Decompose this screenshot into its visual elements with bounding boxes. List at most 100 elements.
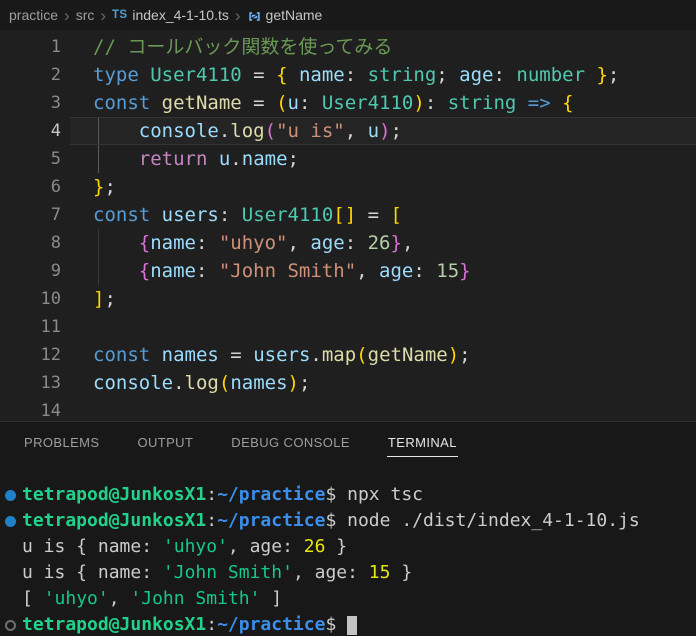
code-token: : <box>493 64 517 86</box>
terminal-token: $ <box>325 510 337 531</box>
code-token: , <box>287 232 311 254</box>
code-token: getName <box>161 92 242 114</box>
line-number[interactable]: 6 <box>0 173 70 201</box>
code-token: name <box>150 260 196 282</box>
code-token: { <box>93 232 151 254</box>
code-line-8[interactable]: 8 {name: "uhyo", age: 26}, <box>0 229 696 257</box>
terminal-prompt-line[interactable]: tetrapod@JunkosX1:~/practice$ npx tsc <box>0 482 696 508</box>
line-number[interactable]: 12 <box>0 341 70 369</box>
code-token: name <box>241 148 288 170</box>
line-number[interactable]: 2 <box>0 61 70 89</box>
symbol-variable-icon <box>247 9 262 24</box>
code-token: name <box>298 64 345 86</box>
code-token: : <box>424 92 448 114</box>
code-line-13[interactable]: 13 console.log(names); <box>0 369 696 397</box>
breadcrumb-file[interactable]: index_4-1-10.ts <box>132 7 229 23</box>
editor[interactable]: 1// コールバック関数を使ってみる 2 type User4110 = { nam… <box>0 30 696 421</box>
code-token: ] <box>93 288 105 310</box>
tab-problems[interactable]: PROBLEMS <box>23 430 100 457</box>
line-number[interactable]: 10 <box>0 285 70 313</box>
code-token: u <box>218 148 231 170</box>
code-line-12[interactable]: 12 const names = users.map(getName); <box>0 341 696 369</box>
terminal-token: : <box>206 510 218 531</box>
line-number[interactable]: 4 <box>0 117 70 145</box>
code-line-3[interactable]: 3 const getName = (u: User4110): string =… <box>0 89 696 117</box>
tab-terminal[interactable]: TERMINAL <box>386 430 458 457</box>
bottom-panel: PROBLEMS OUTPUT DEBUG CONSOLE TERMINAL t… <box>0 421 696 636</box>
code-line-10[interactable]: 10]; <box>0 285 696 313</box>
code-line-1[interactable]: 1 // コールバック関数を使ってみる <box>0 33 696 61</box>
code-token: ; <box>104 288 116 310</box>
code-line-11[interactable]: 11 <box>0 313 696 341</box>
code-token: : <box>218 204 242 226</box>
code-line-content: }; <box>70 173 696 201</box>
terminal-output-line[interactable]: u is { name: 'uhyo', age: 26 } <box>0 534 696 560</box>
code-token: { <box>93 260 151 282</box>
terminal-token: tetrapod@JunkosX1 <box>22 614 207 635</box>
terminal-prompt-line[interactable]: tetrapod@JunkosX1:~/practice$ <box>0 612 696 636</box>
line-number[interactable]: 1 <box>0 33 70 61</box>
terminal-token: u is { name: <box>22 536 163 557</box>
code-line-14[interactable]: 14 <box>0 397 696 421</box>
terminal-output-line[interactable]: [ 'uhyo', 'John Smith' ] <box>0 586 696 612</box>
line-number[interactable]: 11 <box>0 313 70 341</box>
line-number[interactable]: 14 <box>0 397 70 421</box>
code-token: = <box>356 204 391 226</box>
code-line-4[interactable]: 4 console.log("u is", u); <box>0 117 696 145</box>
indent-guide <box>98 257 99 285</box>
line-number[interactable]: 7 <box>0 201 70 229</box>
terminal-output-line[interactable]: u is { name: 'John Smith', age: 15 } <box>0 560 696 586</box>
code-token: u <box>287 92 299 114</box>
code-token: return <box>93 148 208 170</box>
code-token: getName <box>367 344 448 366</box>
code-token: : <box>413 260 437 282</box>
code-token: : <box>298 92 322 114</box>
code-line-2[interactable]: 2 type User4110 = { name: string; age: nu… <box>0 61 696 89</box>
breadcrumb-folder-src[interactable]: src <box>76 7 95 23</box>
code-line-5[interactable]: 5 return u.name; <box>0 145 696 173</box>
code-line-7[interactable]: 7 const users: User4110[] = [ <box>0 201 696 229</box>
code-token: . <box>173 372 185 394</box>
code-token: ; <box>298 372 311 394</box>
line-number[interactable]: 8 <box>0 229 70 257</box>
terminal-token: $ <box>325 484 337 505</box>
line-number[interactable]: 5 <box>0 145 70 173</box>
code-line-6[interactable]: 6}; <box>0 173 696 201</box>
breadcrumb-folder-practice[interactable]: practice <box>9 7 58 23</box>
code-token: . <box>218 120 231 142</box>
terminal-token: u is { name: <box>22 562 163 583</box>
terminal-token: : <box>206 484 218 505</box>
code-token: number <box>516 64 586 86</box>
terminal-cursor <box>347 616 358 635</box>
typescript-file-icon: TS <box>112 9 128 21</box>
code-token: age <box>310 232 345 254</box>
breadcrumb-symbol[interactable]: getName <box>266 7 323 23</box>
tab-debug-console[interactable]: DEBUG CONSOLE <box>230 430 351 457</box>
breadcrumb: practice › src › TS index_4-1-10.ts › ge… <box>0 0 696 30</box>
code-line-content: console.log("u is", u); <box>70 117 696 145</box>
code-token: console <box>93 372 174 394</box>
code-token: ; <box>436 64 460 86</box>
code-token: 15 <box>436 260 460 282</box>
indent-guide <box>98 145 99 173</box>
code-token: } <box>390 232 402 254</box>
code-line-9[interactable]: 9 {name: "John Smith", age: 15} <box>0 257 696 285</box>
terminal[interactable]: tetrapod@JunkosX1:~/practice$ npx tsc tet… <box>0 482 696 636</box>
terminal-token: : <box>206 614 218 635</box>
tab-output[interactable]: OUTPUT <box>136 430 194 457</box>
line-number[interactable]: 13 <box>0 369 70 397</box>
code-token: , <box>356 260 380 282</box>
terminal-token: , <box>108 588 131 609</box>
line-number[interactable]: 9 <box>0 257 70 285</box>
code-token: User4110 <box>321 92 414 114</box>
terminal-token: ~/practice <box>217 614 326 635</box>
code-token: , <box>401 232 414 254</box>
code-token: ) <box>287 372 299 394</box>
line-number[interactable]: 3 <box>0 89 70 117</box>
terminal-prompt-line[interactable]: tetrapod@JunkosX1:~/practice$ node ./dis… <box>0 508 696 534</box>
code-token: age <box>379 260 414 282</box>
code-token: map <box>321 344 357 366</box>
code-token: } <box>93 176 105 198</box>
